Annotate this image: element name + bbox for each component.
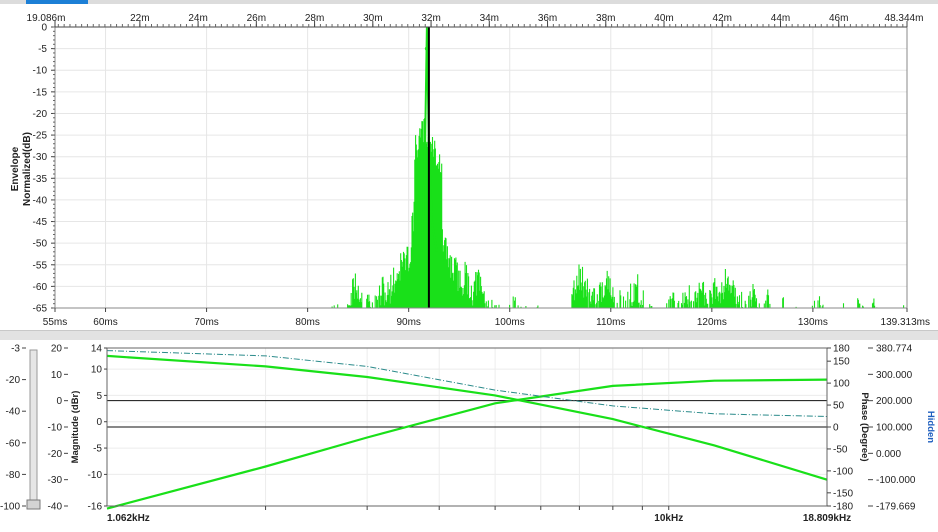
hidden-scale-tick-label: 200.000 xyxy=(876,396,913,407)
outer-scale-1-tick-label: 10 xyxy=(51,370,63,381)
distance-tick-label: 48.344m xyxy=(885,13,924,24)
hidden-scale-tick-label: 0.000 xyxy=(876,449,901,460)
magnitude-tick-label: 10 xyxy=(91,365,103,376)
envelope-x-tick-label: 100ms xyxy=(495,317,525,328)
hidden-scale-tick-label: 300.000 xyxy=(876,370,913,381)
phase-tick-label: 0 xyxy=(833,423,839,434)
envelope-y-tick-label: -65 xyxy=(33,304,48,315)
slider-thumb[interactable] xyxy=(26,499,41,510)
envelope-x-tick-label: 130ms xyxy=(798,317,828,328)
envelope-y-tick-label: -30 xyxy=(33,152,48,163)
phase-axis-label: Phase (Degree) xyxy=(859,392,870,461)
outer-scale-1-tick-label: -40 xyxy=(48,502,63,513)
envelope-x-tick-label: 120ms xyxy=(697,317,727,328)
frequency-x-tick-label: 1.062kHz xyxy=(107,513,150,524)
envelope-x-tick-label: 139.313ms xyxy=(881,317,930,328)
envelope-x-tick-label: 60ms xyxy=(93,317,117,328)
envelope-x-tick-label: 55ms xyxy=(43,317,67,328)
phase-tick-label: 150 xyxy=(833,357,850,368)
hidden-scale-tick-label: 100.000 xyxy=(876,423,913,434)
magnitude-tick-label: -5 xyxy=(93,444,102,455)
magnitude-tick-label: 14 xyxy=(91,344,103,355)
envelope-y-tick-label: -55 xyxy=(33,260,48,271)
outer-scale-2-tick-label: -100 xyxy=(0,502,20,513)
frequency-response-chart: 1.062kHz 10kHz 18.809kHz141050-5-10-161801… xyxy=(0,340,938,532)
outer-scale-2-tick-label: -3 xyxy=(11,344,20,355)
distance-tick-label: 19.086m xyxy=(27,13,66,24)
outer-scale-2-tick-label: -20 xyxy=(6,375,21,386)
envelope-x-tick-label: 110ms xyxy=(596,317,625,328)
frequency-x-tick-label: 18.809kHz xyxy=(803,513,851,524)
envelope-y-tick-label: 0 xyxy=(41,23,47,34)
envelope-y-tick-label: -5 xyxy=(38,44,47,55)
outer-scale-1-tick-label: 0 xyxy=(56,396,62,407)
envelope-chart: 55ms 60ms 70ms 80ms 90ms 100ms 110ms 120ms 130ms… xyxy=(0,4,938,330)
phase-tick-label: -50 xyxy=(833,444,848,455)
envelope-y-tick-label: -40 xyxy=(33,195,48,206)
magnitude-tick-label: -16 xyxy=(88,502,103,513)
outer-scale-1-tick-label: -20 xyxy=(48,449,63,460)
magnitude-axis-label: Magnitude (dBr) xyxy=(70,391,81,464)
envelope-x-tick-label: 90ms xyxy=(396,317,420,328)
outer-scale-2-tick-label: -40 xyxy=(6,407,21,418)
outer-scale-1-tick-label: 20 xyxy=(51,344,63,355)
envelope-y-tick-label: -15 xyxy=(33,87,48,98)
phase-tick-label: -100 xyxy=(833,466,853,477)
hidden-scale-tick-label: -179.669 xyxy=(876,502,916,513)
envelope-x-tick-label: 80ms xyxy=(295,317,319,328)
outer-scale-2-tick-label: -60 xyxy=(6,438,21,449)
phase-tick-label: 180 xyxy=(833,344,850,355)
outer-scale-1-tick-label: -10 xyxy=(48,423,63,434)
slider-track xyxy=(29,349,38,509)
outer-scale-1-tick-label: -30 xyxy=(48,475,63,486)
magnitude-tick-label: -10 xyxy=(88,470,103,481)
phase-tick-label: -150 xyxy=(833,488,853,499)
magnitude-tick-label: 5 xyxy=(96,391,102,402)
envelope-y-tick-label: -25 xyxy=(33,131,48,142)
envelope-y-label-line: Envelope xyxy=(10,146,21,191)
phase-tick-label: 100 xyxy=(833,379,850,390)
envelope-y-tick-label: -60 xyxy=(33,282,48,293)
hidden-axis-label[interactable]: Hidden xyxy=(925,411,936,443)
hidden-scale-tick-label: -100.000 xyxy=(876,475,916,486)
frequency-x-tick-label: 10kHz xyxy=(654,513,683,524)
phase-tick-label: 50 xyxy=(833,401,845,412)
hidden-scale-tick-label: 380.774 xyxy=(876,344,913,355)
outer-scale-2-tick-label: -80 xyxy=(6,470,21,481)
phase-tick-label: -180 xyxy=(833,502,853,513)
envelope-y-tick-label: -50 xyxy=(33,239,48,250)
envelope-y-label-line: Normalized(dB) xyxy=(22,132,33,206)
envelope-y-tick-label: -20 xyxy=(33,109,48,120)
envelope-y-tick-label: -35 xyxy=(33,174,48,185)
envelope-y-tick-label: -45 xyxy=(33,217,48,228)
envelope-x-tick-label: 70ms xyxy=(194,317,218,328)
envelope-y-tick-label: -10 xyxy=(33,66,48,77)
magnitude-tick-label: 0 xyxy=(96,417,102,428)
